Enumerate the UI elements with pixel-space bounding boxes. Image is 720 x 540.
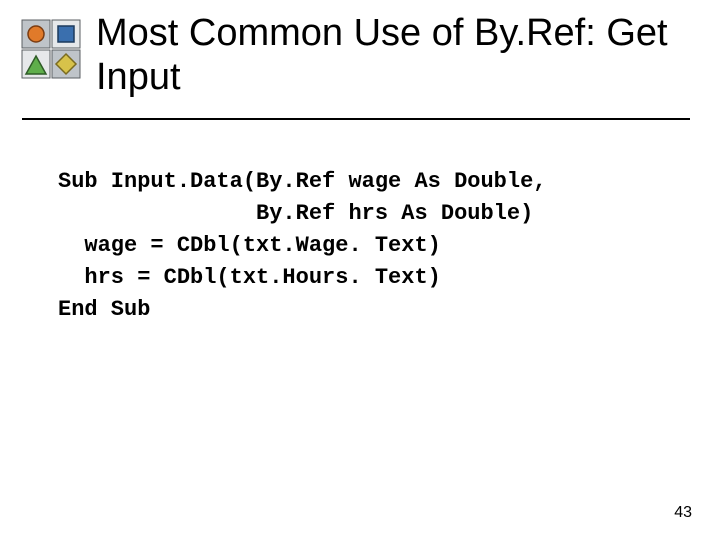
code-line: End Sub [58, 297, 150, 322]
shapes-logo-icon [20, 18, 84, 82]
code-line: Sub Input.Data(By.Ref wage As Double, [58, 169, 546, 194]
code-line: By.Ref hrs As Double) [58, 201, 533, 226]
code-line: hrs = CDbl(txt.Hours. Text) [58, 265, 441, 290]
code-line: wage = CDbl(txt.Wage. Text) [58, 233, 441, 258]
slide-header: Most Common Use of By.Ref: Get Input [20, 12, 690, 99]
code-block: Sub Input.Data(By.Ref wage As Double, By… [58, 166, 680, 325]
title-divider [22, 118, 690, 120]
page-number: 43 [674, 504, 692, 522]
slide-title: Most Common Use of By.Ref: Get Input [96, 12, 690, 99]
slide: Most Common Use of By.Ref: Get Input Sub… [0, 0, 720, 540]
